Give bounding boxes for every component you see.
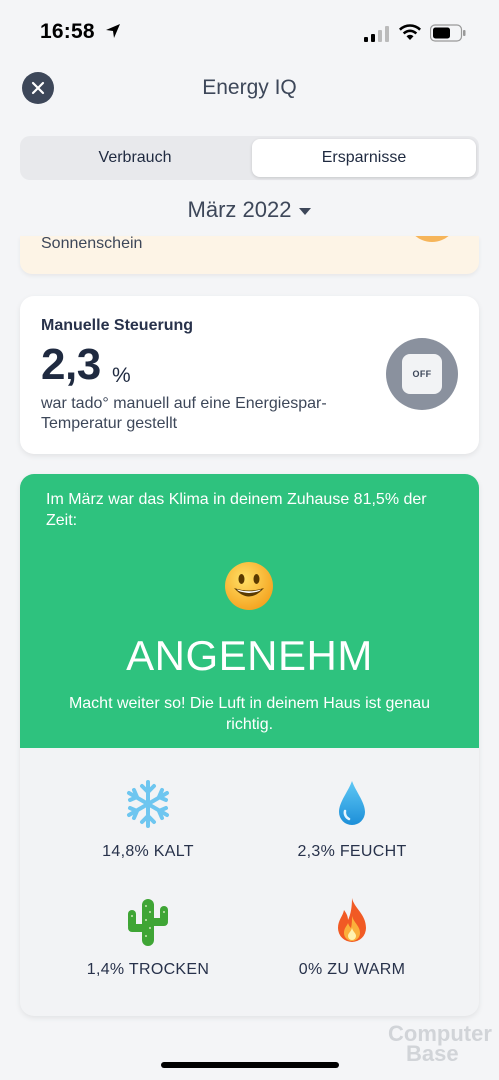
stat-warm: 0% ZU WARM	[252, 896, 452, 979]
status-time: 16:58	[40, 20, 95, 43]
manual-control-title: Manuelle Steuerung	[41, 317, 194, 334]
sun-icon	[406, 236, 458, 242]
stat-cold-label: 14,8% KALT	[102, 843, 194, 860]
segmented-control: Verbrauch Ersparnisse	[20, 136, 479, 180]
sunshine-card: Sonnenschein	[20, 236, 479, 274]
climate-card: Im März war das Klima in deinem Zuhause …	[20, 474, 479, 1016]
watermark-logo: Computer Base	[388, 1023, 492, 1066]
month-selector[interactable]: März 2022	[0, 196, 499, 224]
sunshine-label: Sonnenschein	[41, 236, 143, 252]
stat-warm-label: 0% ZU WARM	[298, 961, 406, 978]
month-label: März 2022	[187, 197, 292, 222]
tab-verbrauch[interactable]: Verbrauch	[23, 139, 247, 177]
stat-humid-label: 2,3% FEUCHT	[297, 843, 407, 860]
climate-advice: Macht weiter so! Die Luft in deinem Haus…	[68, 695, 431, 733]
stat-dry: 1,4% TROCKEN	[48, 896, 248, 979]
climate-summary: Im März war das Klima in deinem Zuhause …	[20, 474, 479, 748]
climate-status: ANGENEHM	[126, 632, 373, 679]
off-label: OFF	[402, 354, 442, 394]
manual-control-description: war tado° manuell auf eine Energiespar-T…	[41, 395, 327, 432]
climate-intro: Im März war das Klima in deinem Zuhause …	[46, 491, 427, 529]
tab-ersparnisse[interactable]: Ersparnisse	[252, 139, 476, 177]
snowflake-icon	[127, 780, 169, 828]
off-toggle-icon: OFF	[386, 338, 458, 410]
manual-control-unit: %	[112, 364, 131, 387]
caret-down-icon	[299, 207, 312, 215]
smiley-face-icon	[225, 562, 273, 610]
home-indicator[interactable]	[161, 1062, 339, 1068]
location-arrow-icon	[106, 24, 120, 38]
fire-icon	[338, 898, 366, 942]
watermark-line2: Base	[406, 1041, 459, 1066]
page-title: Energy IQ	[202, 76, 297, 99]
stat-cold: 14,8% KALT	[48, 778, 248, 861]
cactus-icon	[128, 899, 168, 946]
status-bar: 16:58	[0, 0, 499, 64]
battery-icon	[430, 24, 466, 42]
droplet-icon	[339, 781, 365, 825]
cellular-signal-icon	[364, 26, 389, 42]
wifi-icon	[399, 24, 421, 40]
manual-control-card: Manuelle Steuerung 2,3 % war tado° manue…	[20, 296, 479, 454]
stat-humid: 2,3% FEUCHT	[252, 778, 452, 861]
stat-dry-label: 1,4% TROCKEN	[86, 961, 210, 978]
manual-control-value: 2,3	[41, 340, 101, 389]
